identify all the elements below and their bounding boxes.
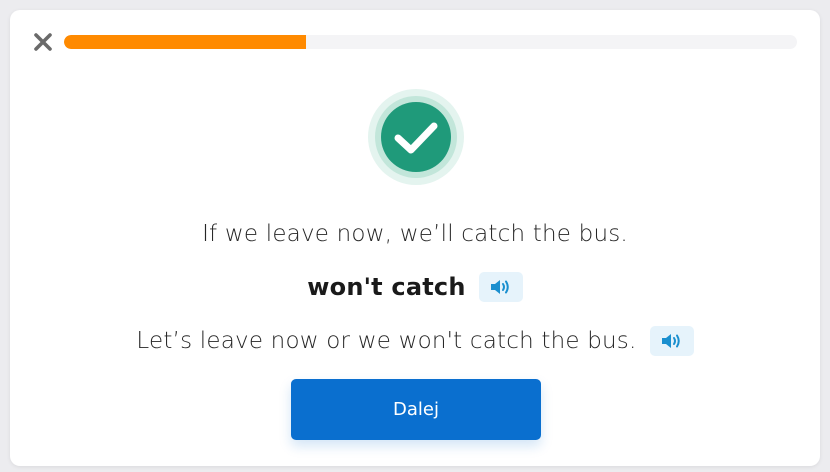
answer-row: won't catch: [10, 272, 820, 302]
play-sentence-audio-button[interactable]: [649, 326, 694, 356]
prompt-sentence: If we leave now, we’ll catch the bus.: [202, 221, 628, 247]
speaker-icon: [490, 280, 509, 294]
progress-bar: [64, 35, 797, 49]
correct-answer: won't catch: [307, 273, 466, 301]
next-button[interactable]: Dalej: [291, 379, 541, 440]
play-answer-audio-button[interactable]: [478, 272, 523, 302]
progress-bar-fill: [64, 35, 306, 49]
check-circle-icon: [367, 88, 465, 186]
close-icon: [34, 33, 52, 51]
full-sentence-row: Let’s leave now or we won't catch the bu…: [10, 326, 820, 356]
close-button[interactable]: [32, 31, 54, 53]
full-sentence: Let’s leave now or we won't catch the bu…: [136, 328, 637, 354]
exercise-card: If we leave now, we’ll catch the bus. wo…: [10, 10, 820, 466]
speaker-icon: [661, 334, 680, 348]
